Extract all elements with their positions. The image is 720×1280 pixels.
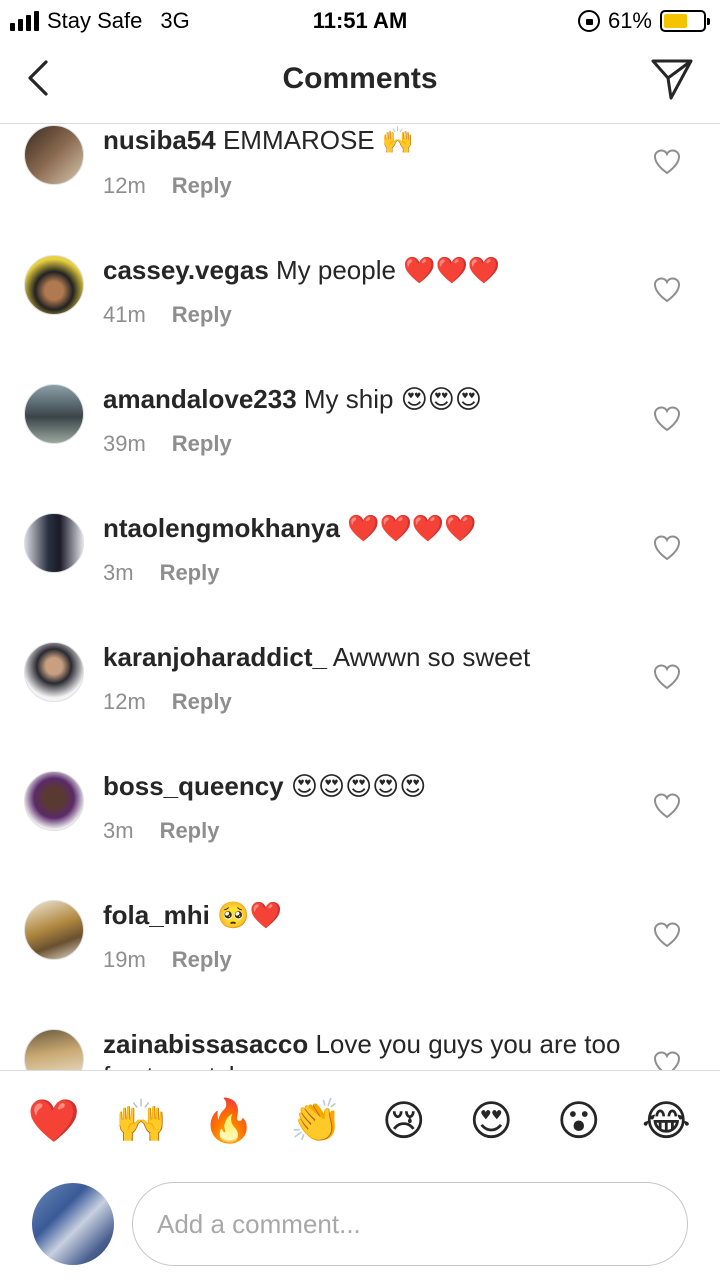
- comment-text: karanjoharaddict_ Awwwn so sweet: [103, 641, 623, 673]
- status-right: 61%: [577, 8, 710, 34]
- comment-meta: 41m Reply: [103, 302, 232, 328]
- comment-username[interactable]: boss_queency: [103, 771, 284, 801]
- comment-time: 3m: [103, 560, 134, 585]
- avatar[interactable]: [24, 900, 84, 960]
- emoji-heart-eyes-button[interactable]: 😍: [461, 1095, 521, 1147]
- page-title: Comments: [282, 62, 438, 95]
- battery-icon: [660, 10, 710, 32]
- comment-meta: 12m Reply: [103, 173, 232, 199]
- comment-input[interactable]: [132, 1182, 688, 1266]
- chevron-left-icon: [28, 60, 48, 96]
- battery-fill: [664, 14, 688, 28]
- comment-item: karanjoharaddict_ Awwwn so sweet 12m Rep…: [0, 641, 720, 770]
- comment-item: zainabissasacco Love you guys you are to…: [0, 1028, 720, 1070]
- emoji-fire-button[interactable]: 🔥: [199, 1095, 259, 1147]
- quick-emoji-bar: ❤️ 🙌 🔥 👏 😢 😍 😮 😂: [0, 1070, 720, 1170]
- comment-meta: 39m Reply: [103, 431, 232, 457]
- comment-body: Awwwn so sweet: [326, 642, 531, 672]
- avatar[interactable]: [24, 255, 84, 315]
- comment-text: boss_queency 😍😍😍😍😍: [103, 770, 623, 802]
- reply-button[interactable]: Reply: [172, 947, 232, 973]
- comment-time: 12m: [103, 689, 146, 714]
- heart-icon[interactable]: [652, 1049, 682, 1070]
- comment-meta: 3m Reply: [103, 560, 219, 586]
- comment-username[interactable]: fola_mhi: [103, 900, 210, 930]
- heart-icon[interactable]: [652, 791, 682, 821]
- comment-username[interactable]: amandalove233: [103, 384, 297, 414]
- heart-icon[interactable]: [652, 662, 682, 692]
- reply-button[interactable]: Reply: [172, 173, 232, 199]
- heart-icon[interactable]: [652, 404, 682, 434]
- comment-list[interactable]: nusiba54 EMMAROSE 🙌 12m Reply cassey.veg…: [0, 125, 720, 1070]
- rotation-lock-icon: [577, 10, 600, 32]
- reply-button[interactable]: Reply: [160, 818, 220, 844]
- comment-time: 12m: [103, 173, 146, 198]
- paper-plane-icon: [651, 59, 693, 100]
- avatar[interactable]: [24, 513, 84, 573]
- heart-icon[interactable]: [652, 147, 682, 177]
- comment-username[interactable]: ntaolengmokhanya: [103, 513, 340, 543]
- emoji-raised-hands-button[interactable]: 🙌: [111, 1095, 171, 1147]
- avatar[interactable]: [24, 384, 84, 444]
- comment-text: cassey.vegas My people ❤️❤️❤️: [103, 254, 623, 286]
- comment-username[interactable]: cassey.vegas: [103, 255, 269, 285]
- reply-button[interactable]: Reply: [160, 560, 220, 586]
- comment-body: 😍😍😍😍😍: [283, 771, 427, 801]
- comment-body: My people ❤️❤️❤️: [268, 255, 501, 285]
- reply-button[interactable]: Reply: [172, 431, 232, 457]
- comment-time: 39m: [103, 431, 146, 456]
- comment-meta: 3m Reply: [103, 818, 219, 844]
- comments-header: Comments: [0, 40, 720, 124]
- heart-icon[interactable]: [652, 275, 682, 305]
- comment-item: fola_mhi 🥺❤️ 19m Reply: [0, 899, 720, 1028]
- comment-username[interactable]: nusiba54: [103, 125, 216, 155]
- avatar[interactable]: [24, 125, 84, 185]
- comment-body: My ship 😍😍😍: [296, 384, 483, 414]
- comment-item: ntaolengmokhanya ❤️❤️❤️❤️ 3m Reply: [0, 512, 720, 641]
- avatar[interactable]: [24, 642, 84, 702]
- share-button[interactable]: [648, 54, 696, 102]
- comment-text: amandalove233 My ship 😍😍😍: [103, 383, 623, 415]
- reply-button[interactable]: Reply: [172, 302, 232, 328]
- emoji-heart-button[interactable]: ❤️: [24, 1095, 84, 1147]
- comment-text: zainabissasacco Love you guys you are to…: [103, 1028, 623, 1070]
- comment-meta: 19m Reply: [103, 947, 232, 973]
- avatar[interactable]: [24, 1029, 84, 1070]
- comment-username[interactable]: zainabissasacco: [103, 1029, 308, 1059]
- comment-username[interactable]: karanjoharaddict_: [103, 642, 327, 672]
- comment-body: 🥺❤️: [209, 900, 282, 930]
- emoji-crying-button[interactable]: 😢: [374, 1095, 434, 1147]
- comment-item: cassey.vegas My people ❤️❤️❤️ 41m Reply: [0, 254, 720, 383]
- comment-meta: 12m Reply: [103, 689, 232, 715]
- comment-item: nusiba54 EMMAROSE 🙌 12m Reply: [0, 125, 720, 254]
- comment-text: nusiba54 EMMAROSE 🙌: [103, 125, 623, 156]
- heart-icon[interactable]: [652, 533, 682, 563]
- comment-text: fola_mhi 🥺❤️: [103, 899, 623, 931]
- comment-time: 3m: [103, 818, 134, 843]
- comment-composer: [0, 1170, 720, 1280]
- reply-button[interactable]: Reply: [172, 689, 232, 715]
- my-avatar[interactable]: [32, 1183, 114, 1265]
- comment-text: ntaolengmokhanya ❤️❤️❤️❤️: [103, 512, 623, 544]
- comment-body: ❤️❤️❤️❤️: [339, 513, 477, 543]
- comment-item: amandalove233 My ship 😍😍😍 39m Reply: [0, 383, 720, 512]
- comment-time: 19m: [103, 947, 146, 972]
- heart-icon[interactable]: [652, 920, 682, 950]
- comment-body: EMMAROSE 🙌: [215, 125, 415, 155]
- battery-percent: 61%: [607, 8, 652, 33]
- comment-time: 41m: [103, 302, 146, 327]
- emoji-surprised-button[interactable]: 😮: [549, 1095, 609, 1147]
- emoji-laughing-button[interactable]: 😂: [636, 1095, 696, 1147]
- avatar[interactable]: [24, 771, 84, 831]
- comment-item: boss_queency 😍😍😍😍😍 3m Reply: [0, 770, 720, 899]
- back-button[interactable]: [18, 56, 62, 100]
- emoji-clap-button[interactable]: 👏: [286, 1095, 346, 1147]
- status-bar: Stay Safe 3G 11:51 AM 61%: [0, 0, 720, 40]
